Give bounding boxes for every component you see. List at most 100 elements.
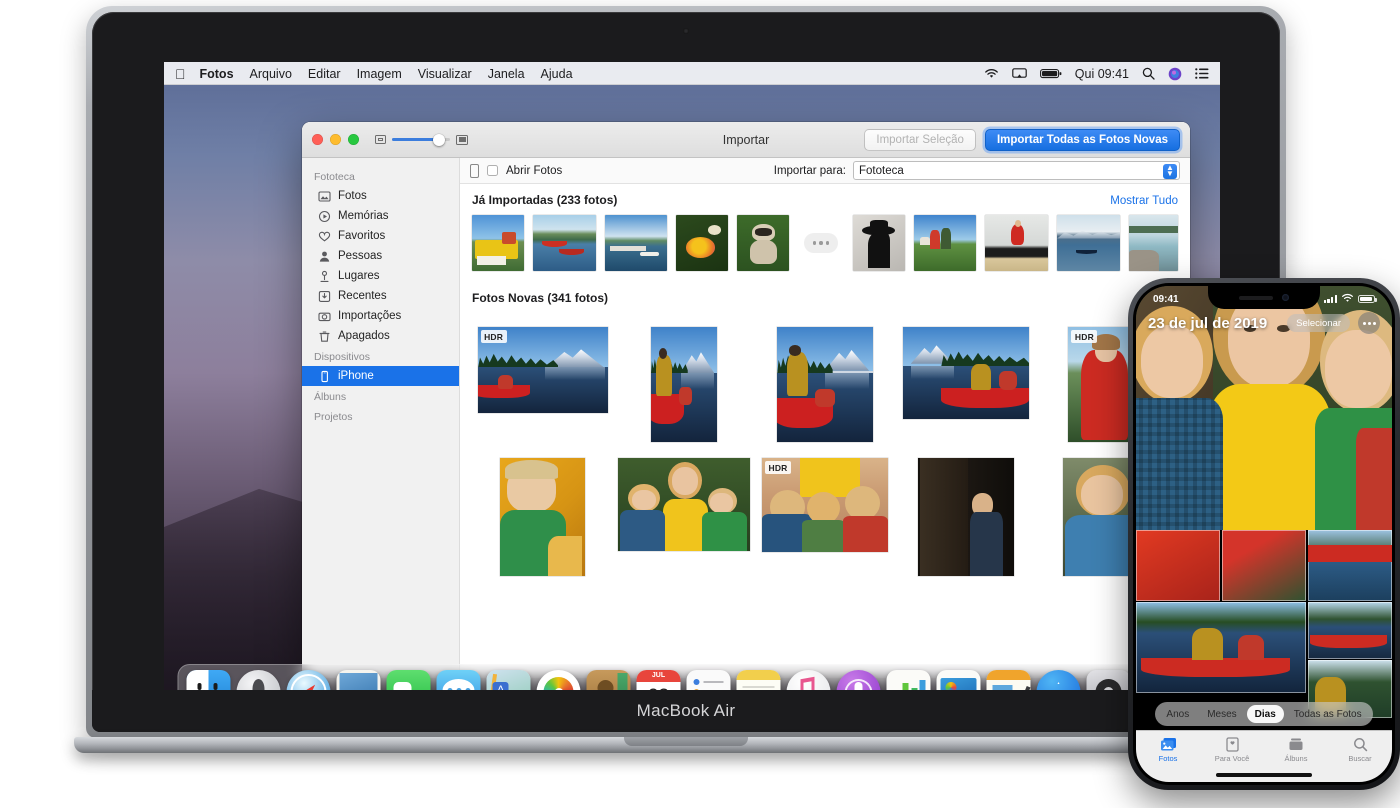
hdr-badge: HDR (1071, 330, 1097, 343)
tab-para-voce[interactable]: Para Você (1200, 737, 1264, 763)
import-selection-button[interactable]: Importar Seleção (864, 129, 976, 151)
iphone-icon (318, 370, 331, 383)
grid-photo-boy-dark-tree[interactable] (918, 458, 1014, 576)
thumbnail-hat-silhouette-bw[interactable] (853, 215, 905, 271)
iphone-home-indicator[interactable] (1216, 773, 1312, 777)
maximize-button[interactable] (348, 134, 359, 145)
grid-photo-canoe-wide[interactable]: HDR (478, 327, 608, 413)
more-options-button[interactable] (1358, 312, 1380, 334)
import-to-dropdown[interactable]: Fototeca ▲▼ (853, 161, 1180, 180)
thumbnail-couple-in-grass[interactable] (914, 215, 977, 271)
tab-albuns[interactable]: Álbuns (1264, 737, 1328, 763)
albums-tab-icon (1288, 737, 1304, 752)
sidebar-group-projetos-title[interactable]: Projetos (302, 406, 459, 426)
wifi-icon[interactable] (984, 68, 999, 79)
segment-dias[interactable]: Dias (1247, 705, 1284, 723)
zoom-slider[interactable] (392, 138, 450, 141)
menu-item-fotos[interactable]: Fotos (200, 67, 234, 81)
new-photos-grid[interactable]: HDR (460, 305, 1190, 602)
segment-todas-as-fotos[interactable]: Todas as Fotos (1286, 705, 1370, 723)
sidebar[interactable]: Fototeca Fotos Memórias (302, 158, 460, 678)
trash-icon (318, 330, 331, 343)
sidebar-item-recentes[interactable]: Recentes (302, 286, 459, 306)
menu-item-ajuda[interactable]: Ajuda (541, 67, 573, 81)
sidebar-group-albuns-title[interactable]: Álbuns (302, 386, 459, 406)
select-button[interactable]: Selecionar (1287, 314, 1350, 332)
imported-thumbnail-strip[interactable] (460, 207, 1190, 277)
grid-photo-three-kids-wide[interactable] (618, 458, 750, 551)
sidebar-item-favoritos[interactable]: Favoritos (302, 226, 459, 246)
import-all-new-photos-button[interactable]: Importar Todas as Fotos Novas (985, 129, 1180, 151)
iphone-photos-header: 23 de jul de 2019 Selecionar (1136, 312, 1392, 334)
sidebar-item-lugares[interactable]: Lugares (302, 266, 459, 286)
apple-logo-icon[interactable]:  (175, 67, 186, 81)
battery-icon (1358, 295, 1375, 304)
grid-photo-canoe-portrait2[interactable] (777, 327, 873, 442)
sidebar-item-label: Recentes (338, 290, 387, 302)
thumbnail-yellow-truck[interactable] (472, 215, 524, 271)
sidebar-item-apagados[interactable]: Apagados (302, 326, 459, 346)
new-photos-section-header: Fotos Novas (341 fotos) (460, 277, 1190, 305)
laptop-base-notch (624, 737, 748, 746)
sidebar-item-memorias[interactable]: Memórias (302, 206, 459, 226)
earpiece-speaker-icon (1239, 296, 1273, 300)
heart-icon (318, 230, 331, 243)
thumbnail-rocky-coast[interactable] (1129, 215, 1178, 271)
grid-photo-canoe-wide2[interactable] (903, 327, 1029, 419)
tab-fotos[interactable]: Fotos (1136, 737, 1200, 763)
thumbnail-red-jumper[interactable] (985, 215, 1048, 271)
menu-item-editar[interactable]: Editar (308, 67, 341, 81)
open-photos-checkbox[interactable] (487, 165, 498, 176)
menu-item-visualizar[interactable]: Visualizar (418, 67, 472, 81)
thumbnail-mountain-lake-kayak[interactable] (1057, 215, 1120, 271)
chevron-updown-icon[interactable]: ▲▼ (1163, 164, 1177, 179)
siri-icon[interactable] (1168, 67, 1182, 81)
segment-meses[interactable]: Meses (1199, 705, 1244, 723)
thumbnail-harbor-dock[interactable] (605, 215, 668, 271)
sidebar-item-label: Memórias (338, 210, 388, 222)
thumbnail-yellow-flower[interactable] (676, 215, 728, 271)
more-thumbnails-ellipsis[interactable] (804, 233, 837, 253)
open-photos-label: Abrir Fotos (506, 165, 562, 177)
thumbnail-red-kayaks-lake[interactable] (533, 215, 596, 271)
close-button[interactable] (312, 134, 323, 145)
segment-anos[interactable]: Anos (1158, 705, 1197, 723)
menu-item-imagem[interactable]: Imagem (357, 67, 402, 81)
iphone-device: 09:41 23 de jul de 2019 Selecionar (1128, 278, 1400, 790)
airplay-icon[interactable] (1012, 68, 1027, 80)
iphone-timeline-segmented-control[interactable]: Anos Meses Dias Todas as Fotos (1136, 702, 1392, 726)
window-titlebar: Importar Importar Seleção Importar Todas… (302, 122, 1190, 158)
import-to-value: Fototeca (859, 165, 904, 177)
menu-item-arquivo[interactable]: Arquivo (250, 67, 292, 81)
tab-buscar[interactable]: Buscar (1328, 737, 1392, 763)
search-icon[interactable] (1142, 67, 1155, 80)
show-all-link[interactable]: Mostrar Tudo (1110, 195, 1178, 207)
thumbnail-zoom-control[interactable] (375, 135, 468, 145)
thumbnail-dog-on-grass[interactable] (737, 215, 789, 271)
grid-row: HDR (472, 458, 1178, 576)
foryou-tab-icon (1225, 737, 1240, 752)
battery-icon[interactable] (1040, 68, 1062, 79)
sidebar-item-pessoas[interactable]: Pessoas (302, 246, 459, 266)
import-options-bar: Abrir Fotos Importar para: Fototeca ▲▼ (460, 158, 1190, 184)
screenshot-stage:  Fotos Arquivo Editar Imagem Visualizar… (0, 0, 1400, 808)
sidebar-group-dispositivos-title: Dispositivos (302, 346, 459, 366)
minimize-button[interactable] (330, 134, 341, 145)
zoom-slider-knob[interactable] (433, 134, 445, 146)
menu-bar[interactable]:  Fotos Arquivo Editar Imagem Visualizar… (164, 62, 1220, 85)
large-thumbnails-icon[interactable] (456, 135, 468, 145)
sidebar-item-iphone[interactable]: iPhone (302, 366, 459, 386)
menubar-clock[interactable]: Qui 09:41 (1075, 67, 1129, 81)
iphone-clock: 09:41 (1153, 294, 1179, 305)
grid-photo-kids-lying-wide[interactable]: HDR (762, 458, 888, 552)
grid-photo-canoe-portrait[interactable] (651, 327, 717, 442)
control-center-icon[interactable] (1195, 68, 1209, 79)
window-controls[interactable] (312, 134, 359, 145)
sidebar-item-importacoes[interactable]: Importações (302, 306, 459, 326)
iphone-photo-mosaic[interactable] (1136, 530, 1392, 718)
sidebar-item-fotos[interactable]: Fotos (302, 186, 459, 206)
import-content-area: Abrir Fotos Importar para: Fototeca ▲▼ (460, 158, 1190, 678)
small-thumbnails-icon[interactable] (375, 135, 386, 144)
menu-item-janela[interactable]: Janela (488, 67, 525, 81)
grid-photo-boy-green-shirt[interactable] (500, 458, 585, 576)
